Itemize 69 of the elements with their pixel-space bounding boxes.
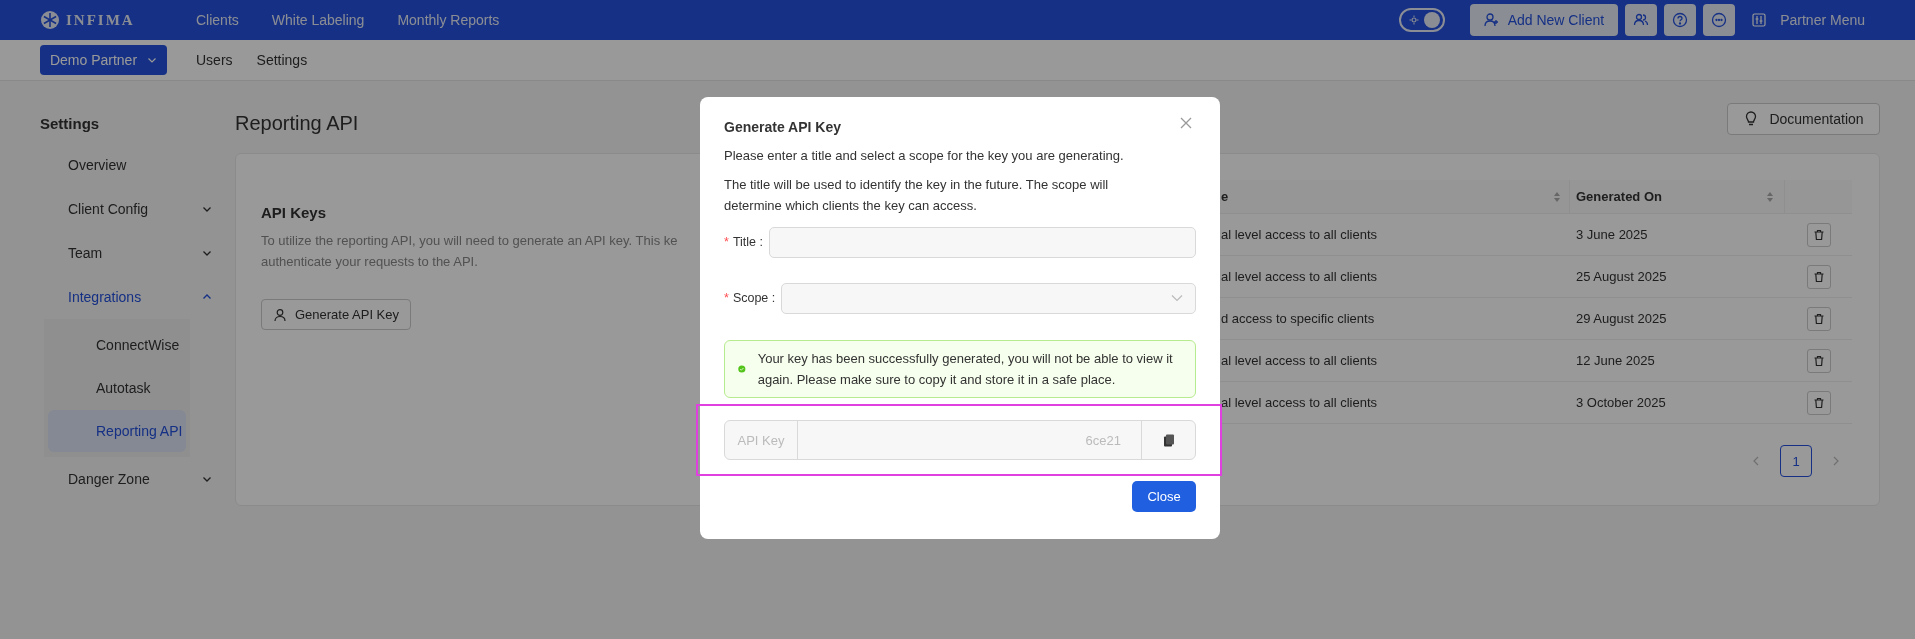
sidebar-item[interactable]: Autotask [48, 367, 186, 409]
users-icon[interactable] [1625, 4, 1658, 36]
sidebar-item[interactable]: Danger Zone [40, 457, 235, 501]
sliders-icon [1752, 13, 1767, 27]
sort-icon[interactable] [1766, 190, 1774, 203]
documentation-button[interactable]: Documentation [1727, 103, 1880, 135]
title-field[interactable] [769, 226, 1196, 258]
nav-link[interactable]: Settings [256, 52, 308, 68]
section-description: To utilize the reporting API, you will need to generate an API key. This ke authenticate your requests to the API. [261, 232, 678, 271]
nav-link[interactable]: White Labeling [271, 12, 365, 28]
table-cell-text: 3 October 2025 [1575, 395, 1667, 410]
nav-link[interactable]: Users [196, 52, 233, 68]
table-cell-text: al level access to all clients [1220, 395, 1379, 410]
partner-dropdown[interactable]: Demo Partner [40, 45, 167, 75]
table-cell-text: 12 June 2025 [1575, 353, 1656, 368]
sun-icon [1408, 15, 1419, 25]
field-label: Title : [732, 235, 764, 249]
nav-link[interactable]: Clients [196, 12, 239, 28]
delete-icon[interactable] [1806, 390, 1831, 415]
section-title: API Keys [261, 204, 327, 221]
close-button[interactable]: Close [1132, 481, 1196, 512]
brand-logo[interactable]: INFIMA [66, 11, 135, 29]
required-mark: * [724, 235, 729, 249]
table-cell-text: al level access to all clients [1220, 227, 1379, 242]
snowflake-icon [40, 10, 60, 30]
theme-toggle[interactable] [1398, 8, 1445, 32]
column-header[interactable]: Generated On [1570, 180, 1785, 213]
table-cell-text: 29 August 2025 [1575, 311, 1668, 326]
sort-icon[interactable] [1553, 190, 1561, 203]
sidebar-item[interactable]: Overview [40, 143, 235, 187]
chevron-down-icon [147, 55, 158, 65]
modal-text: Please enter a title and select a scope for the key you are generating. [724, 147, 1125, 165]
chat-icon[interactable] [1703, 4, 1736, 36]
close-icon[interactable] [1180, 117, 1192, 129]
sidebar-title: Settings [40, 115, 101, 134]
sidebar-item[interactable]: ConnectWise [48, 324, 186, 366]
modal-text: The title will be used to identify the key in the future. The scope will determine which clients the key can access. [724, 176, 1110, 215]
chevron-icon [202, 474, 212, 484]
partner-menu[interactable]: Partner Menu [1752, 12, 1865, 28]
field-label: Scope : [732, 291, 777, 305]
required-mark: * [724, 291, 729, 305]
add-user-icon [1483, 12, 1500, 28]
table-cell-text: d access to specific clients [1220, 311, 1376, 326]
alert-message: Your key has been successfully generated, you will not be able to view it again. Please make sure to copy it and store it in a safe place. [757, 350, 1174, 389]
chevron-icon [202, 248, 212, 258]
field-addon: API Key [725, 421, 798, 459]
table-cell-text: 3 June 2025 [1575, 227, 1649, 242]
sidebar-item[interactable]: Integrations [40, 275, 235, 319]
chevron-icon [202, 204, 212, 214]
user-icon [272, 307, 287, 322]
delete-icon[interactable] [1806, 306, 1831, 331]
table-cell-text: al level access to all clients [1220, 269, 1379, 284]
add-client-button[interactable]: Add New Client [1469, 4, 1619, 36]
nav-link[interactable]: Monthly Reports [397, 12, 500, 28]
sidebar-item[interactable]: Client Config [40, 187, 235, 231]
sidebar-item[interactable]: Reporting API [48, 410, 186, 452]
api-key-value: 6ce21 [1084, 431, 1122, 450]
modal-title: Generate API Key [724, 119, 841, 135]
page-button[interactable]: 1 [1780, 445, 1812, 477]
sidebar-item[interactable]: Team [40, 231, 235, 275]
delete-icon[interactable] [1806, 348, 1831, 373]
table-cell-text: 25 August 2025 [1575, 269, 1668, 284]
page-title: Reporting API [235, 111, 359, 135]
chevron-down-icon [1171, 294, 1183, 302]
table-cell-text: al level access to all clients [1220, 353, 1379, 368]
help-icon[interactable] [1664, 4, 1697, 36]
delete-icon[interactable] [1806, 222, 1831, 247]
delete-icon[interactable] [1806, 264, 1831, 289]
generate-key-button[interactable]: Generate API Key [261, 299, 411, 330]
